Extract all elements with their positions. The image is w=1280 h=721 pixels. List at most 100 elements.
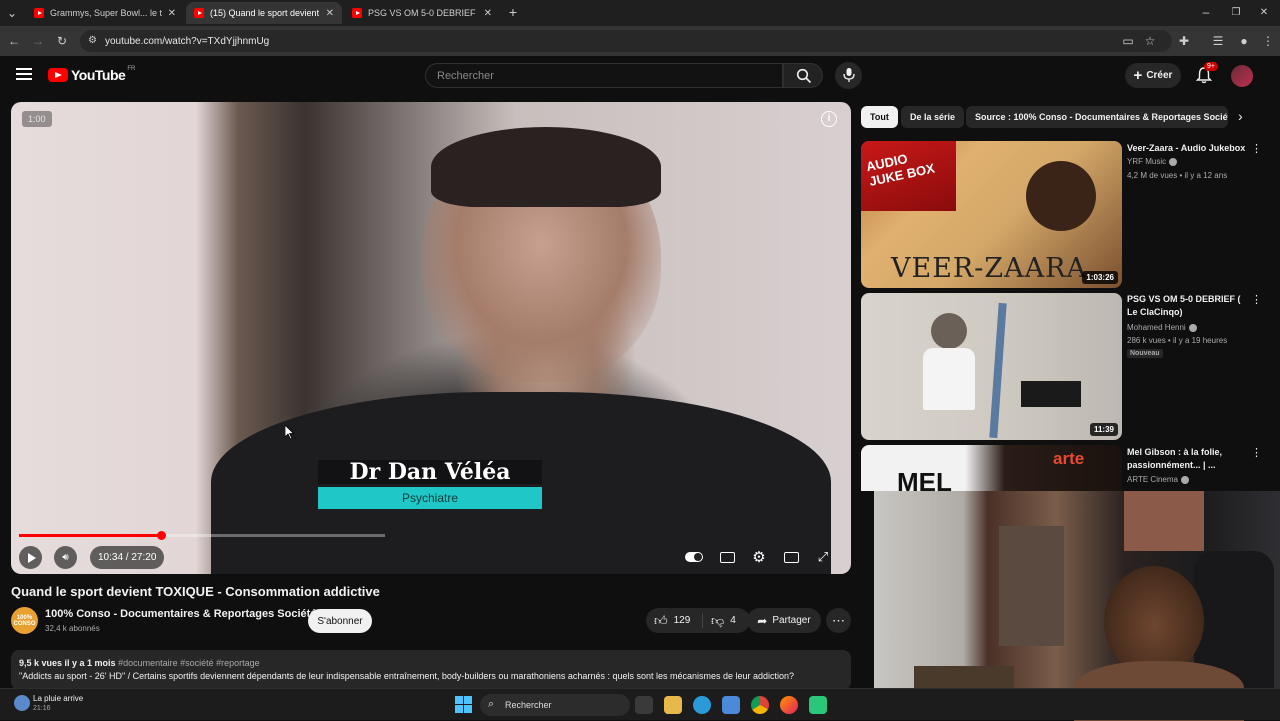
rec-channel[interactable]: ARTE Cinema [1127, 475, 1189, 484]
rec-title[interactable]: Veer-Zaara - Audio Jukebox [1127, 142, 1249, 155]
maximize-icon[interactable]: ❐ [1228, 4, 1244, 20]
close-window-icon[interactable]: ✕ [1256, 4, 1272, 20]
new-badge: Nouveau [1127, 349, 1163, 358]
rec-thumbnail[interactable]: MEL arte [861, 445, 1122, 491]
tab-search-icon[interactable]: ⌄ [4, 5, 20, 21]
search-button[interactable] [783, 63, 823, 88]
edge-icon[interactable] [693, 696, 711, 714]
browser-tab-strip: ⌄ Grammys, Super Bowl... le triom ✕ (15)… [0, 0, 1280, 26]
fullscreen-icon[interactable]: ⤢ [814, 548, 832, 566]
chip-all[interactable]: Tout [861, 106, 898, 128]
weather-icon[interactable] [14, 695, 30, 711]
account-avatar[interactable] [1231, 65, 1253, 87]
close-tab-icon[interactable]: ✕ [326, 8, 334, 19]
voice-search-button[interactable] [835, 62, 862, 89]
country-code: FR [127, 66, 136, 72]
back-icon[interactable]: ← [6, 33, 22, 49]
video-player[interactable]: 1:00 i Dr Dan Véléa Psychiatre 🔊︎ 10:34 … [11, 102, 851, 574]
tab-title: PSG VS OM 5-0 DEBRIEF ( Le Cl [368, 8, 478, 18]
youtube-header: YouTube FR Rechercher + Créer 9+ [0, 56, 1280, 96]
rec-channel[interactable]: Mohamed Henni [1127, 323, 1197, 332]
site-info-icon[interactable]: ⚙ [88, 35, 97, 46]
hashtags[interactable]: #documentaire #société #reportage [118, 658, 260, 668]
store-icon[interactable] [722, 696, 740, 714]
tab-groups-icon[interactable]: ☰ [1210, 33, 1226, 49]
rec-channel-name: YRF Music [1127, 157, 1167, 166]
rec-more-icon[interactable]: ⋮ [1251, 142, 1262, 155]
theater-mode-icon[interactable] [782, 548, 800, 566]
browser-menu-icon[interactable]: ⋮ [1260, 33, 1276, 49]
time-display: 10:34 / 27:20 [90, 546, 165, 569]
youtube-favicon-icon [34, 8, 44, 18]
search-input[interactable]: Rechercher [425, 63, 783, 88]
logo-text: YouTube [71, 67, 126, 83]
like-dislike-group: 👍︎ 129 👎︎ 4 [646, 608, 750, 633]
file-explorer-icon[interactable] [664, 696, 682, 714]
webcam-poster [1124, 491, 1204, 551]
rec-channel[interactable]: YRF Music [1127, 157, 1178, 166]
duration-badge: 11:39 [1089, 423, 1118, 436]
webcam-shelf [999, 526, 1064, 646]
minimize-icon[interactable]: – [1198, 4, 1214, 20]
rec-more-icon[interactable]: ⋮ [1251, 446, 1262, 459]
volume-button[interactable]: 🔊︎ [54, 546, 77, 569]
play-icon [27, 552, 36, 563]
close-tab-icon[interactable]: ✕ [168, 8, 176, 19]
share-button[interactable]: ➦ Partager [747, 608, 821, 633]
settings-gear-icon[interactable]: ⚙ [750, 548, 768, 566]
chevron-right-icon[interactable]: › [1238, 108, 1243, 124]
new-tab-icon[interactable]: + [505, 4, 521, 20]
app-icon[interactable] [809, 696, 827, 714]
thumb-figure [931, 313, 967, 349]
hamburger-menu-icon[interactable] [16, 68, 32, 80]
rec-title[interactable]: PSG VS OM 5-0 DEBRIEF ( Le ClaCinqo) [1127, 293, 1249, 319]
rec-channel-name: Mohamed Henni [1127, 323, 1186, 332]
windows-start-icon[interactable] [455, 696, 472, 713]
subtitles-icon[interactable] [718, 548, 736, 566]
task-view-icon[interactable] [635, 696, 653, 714]
autoplay-toggle-icon[interactable] [685, 548, 703, 566]
reload-icon[interactable]: ↻ [54, 33, 70, 49]
share-label: Partager [772, 615, 811, 626]
browser-tab-1[interactable]: Grammys, Super Bowl... le triom ✕ [26, 2, 184, 24]
create-button[interactable]: + Créer [1125, 63, 1181, 88]
weather-text[interactable]: La pluie arrive [33, 694, 83, 703]
bookmark-star-icon[interactable]: ☆ [1142, 33, 1158, 49]
like-button[interactable]: 👍︎ 129 [646, 613, 703, 628]
chrome-icon[interactable] [751, 696, 769, 714]
more-actions-icon[interactable]: ⋯ [826, 608, 851, 633]
lower-third-name: Dr Dan Véléa [318, 460, 542, 484]
rec-meta: 286 k vues • il y a 19 heures [1127, 336, 1228, 345]
profile-icon[interactable]: ● [1236, 33, 1252, 49]
channel-name[interactable]: 100% Conso - Documentaires & Reportages … [45, 608, 316, 620]
thumb-shirt [923, 348, 975, 410]
extensions-icon[interactable]: ✚ [1176, 33, 1192, 49]
verified-icon [1180, 475, 1189, 484]
rec-more-icon[interactable]: ⋮ [1251, 293, 1262, 306]
channel-avatar[interactable]: 100% CONSO [11, 607, 38, 634]
info-icon[interactable]: i [821, 111, 837, 127]
close-tab-icon[interactable]: ✕ [484, 8, 492, 19]
notifications-button[interactable]: 9+ [1195, 62, 1218, 84]
chip-series[interactable]: De la série [901, 106, 965, 128]
forward-icon[interactable]: → [30, 33, 46, 49]
youtube-logo[interactable]: YouTube FR [48, 66, 136, 83]
progress-scrubber[interactable] [156, 531, 166, 540]
description-box[interactable]: 9,5 k vues il y a 1 mois #documentaire #… [11, 650, 851, 690]
rec-thumbnail[interactable]: AUDIO JUKE BOX VEER-ZAARA 1:03:26 [861, 141, 1122, 288]
dislike-button[interactable]: 👎︎ 4 [703, 613, 736, 629]
play-button[interactable] [19, 546, 42, 569]
taskbar-search[interactable]: ⌕ Rechercher [480, 694, 630, 716]
cast-icon[interactable]: ▭ [1120, 33, 1136, 49]
search-placeholder: Rechercher [437, 69, 494, 82]
firefox-icon[interactable] [780, 696, 798, 714]
rec-title[interactable]: Mel Gibson : à la folie, passionnément..… [1127, 446, 1249, 472]
volume-icon: 🔊︎ [62, 552, 69, 563]
browser-tab-2[interactable]: (15) Quand le sport devient TOX ✕ [186, 2, 342, 24]
address-bar[interactable]: ⚙ youtube.com/watch?v=TXdYjjhnmUg [80, 30, 1172, 52]
chip-source[interactable]: Source : 100% Conso - Documentaires & Re… [966, 106, 1228, 128]
browser-tab-3[interactable]: PSG VS OM 5-0 DEBRIEF ( Le Cl ✕ [344, 2, 500, 24]
progress-bar[interactable] [19, 531, 385, 540]
rec-thumbnail[interactable]: 11:39 [861, 293, 1122, 440]
subscribe-button[interactable]: S'abonner [308, 609, 372, 633]
